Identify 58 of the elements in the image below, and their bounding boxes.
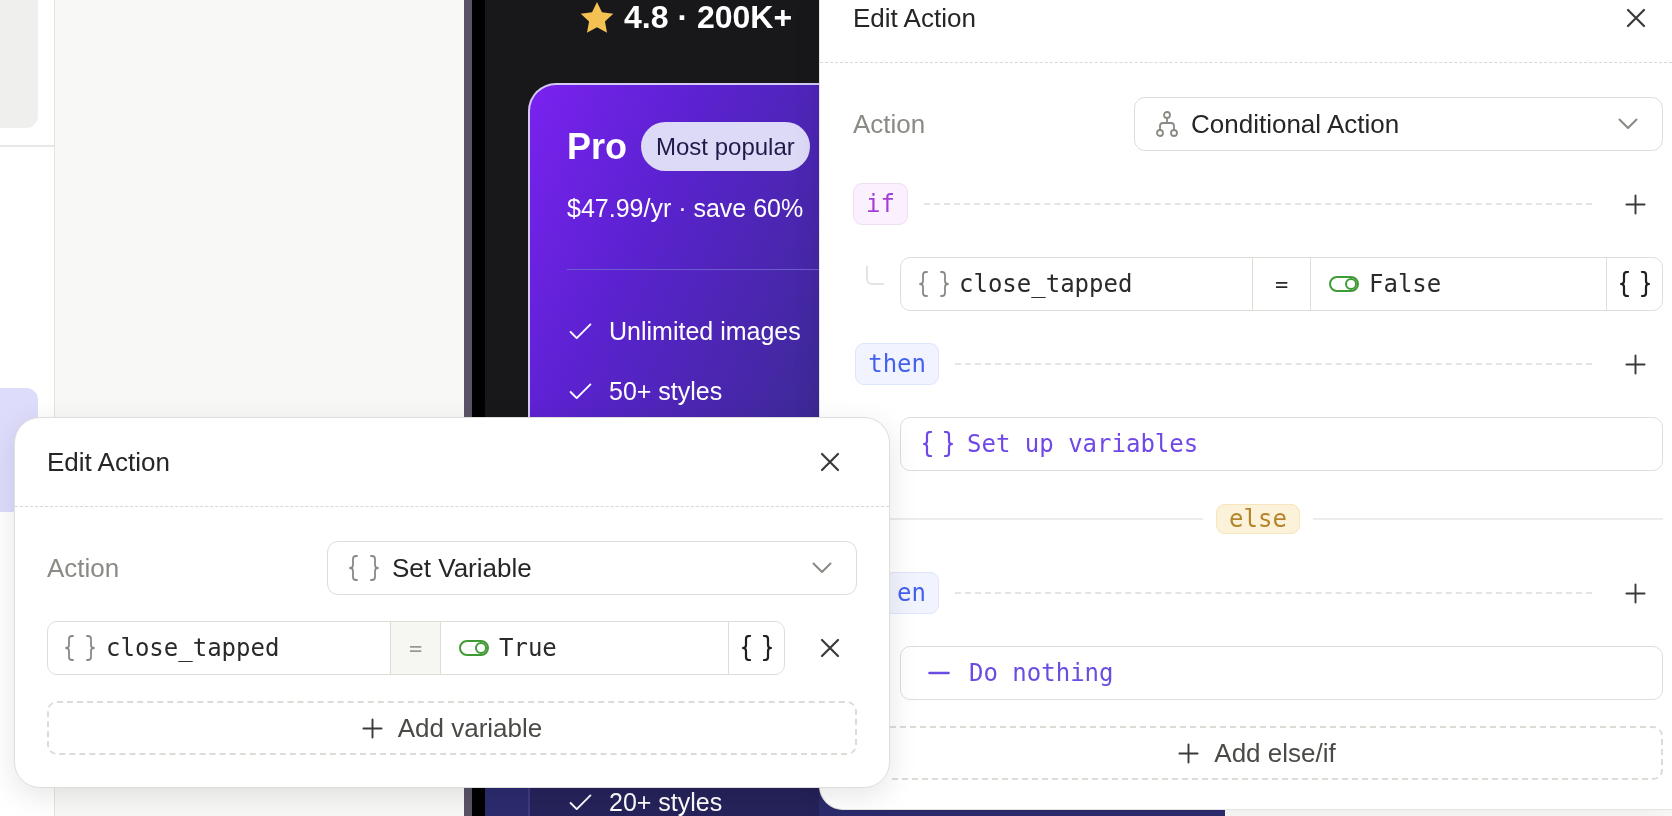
plus-icon [1625, 582, 1646, 604]
minus-icon [928, 671, 950, 675]
braces-icon [348, 555, 380, 581]
feature-text: Unlimited images [609, 317, 801, 345]
check-icon [569, 793, 592, 811]
braces-icon [918, 271, 950, 297]
dialog-title: Edit Action [47, 447, 170, 477]
plan-name: Pro [567, 126, 627, 167]
add-step-button[interactable] [1625, 193, 1646, 215]
add-step-button[interactable] [1625, 582, 1646, 604]
toggle-icon [1329, 276, 1359, 292]
operator-cell: = [391, 622, 441, 674]
plus-icon [1625, 193, 1646, 215]
operator-cell: = [1253, 258, 1311, 310]
close-icon [1626, 8, 1646, 28]
feature-text: 50+ styles [609, 377, 723, 405]
action-select[interactable]: Set Variable [327, 541, 857, 595]
star-icon [580, 0, 614, 34]
value-field[interactable]: True [441, 622, 729, 674]
check-icon [569, 382, 592, 400]
plus-icon [361, 717, 383, 739]
braces-icon [922, 431, 954, 457]
value-field[interactable]: False [1311, 258, 1607, 310]
field-label: Action [853, 109, 926, 139]
braces-icon [64, 635, 96, 661]
panel-title: Edit Action [853, 3, 976, 33]
remove-button[interactable] [820, 638, 840, 658]
keyword-tag: if [853, 183, 908, 225]
field-label: Action [47, 553, 120, 583]
add-variable-button[interactable]: Add variable [47, 701, 857, 755]
variable-field[interactable]: close_tapped [901, 258, 1253, 310]
close-icon [820, 452, 840, 472]
toggle-icon [459, 640, 489, 656]
braces-icon [740, 635, 773, 661]
add-branch-button[interactable]: Add else/if [890, 726, 1663, 780]
branch-icon [1155, 111, 1179, 137]
keyword-tag: then [855, 343, 939, 385]
close-icon [820, 638, 840, 658]
chevron-down-icon [1618, 118, 1638, 130]
add-step-button[interactable] [1625, 353, 1646, 375]
plus-icon [1625, 353, 1646, 375]
plan-card[interactable]: 20+ styles [528, 787, 819, 816]
action-step[interactable]: Do nothing [900, 646, 1663, 700]
action-step[interactable]: Set up variables [900, 417, 1663, 471]
chevron-down-icon [812, 562, 832, 574]
braces-icon [1618, 271, 1651, 297]
keyword-tag: else [1216, 504, 1300, 534]
feature-text: 20+ styles [609, 788, 723, 816]
branch-connector [866, 266, 884, 285]
plan-price: $47.99/yr · save 60% [567, 193, 805, 223]
check-icon [569, 322, 592, 340]
action-select[interactable]: Conditional Action [1134, 97, 1663, 151]
close-button[interactable] [820, 452, 840, 472]
plan-card[interactable]: Pro Most popular $47.99/yr · save 60% Unlimited images 50+ styles [528, 83, 819, 417]
plus-icon [1178, 742, 1200, 764]
close-button[interactable] [1626, 8, 1646, 28]
plan-badge: Most popular [641, 122, 810, 171]
rating-text: 4.8 · 200K+ [624, 0, 793, 34]
